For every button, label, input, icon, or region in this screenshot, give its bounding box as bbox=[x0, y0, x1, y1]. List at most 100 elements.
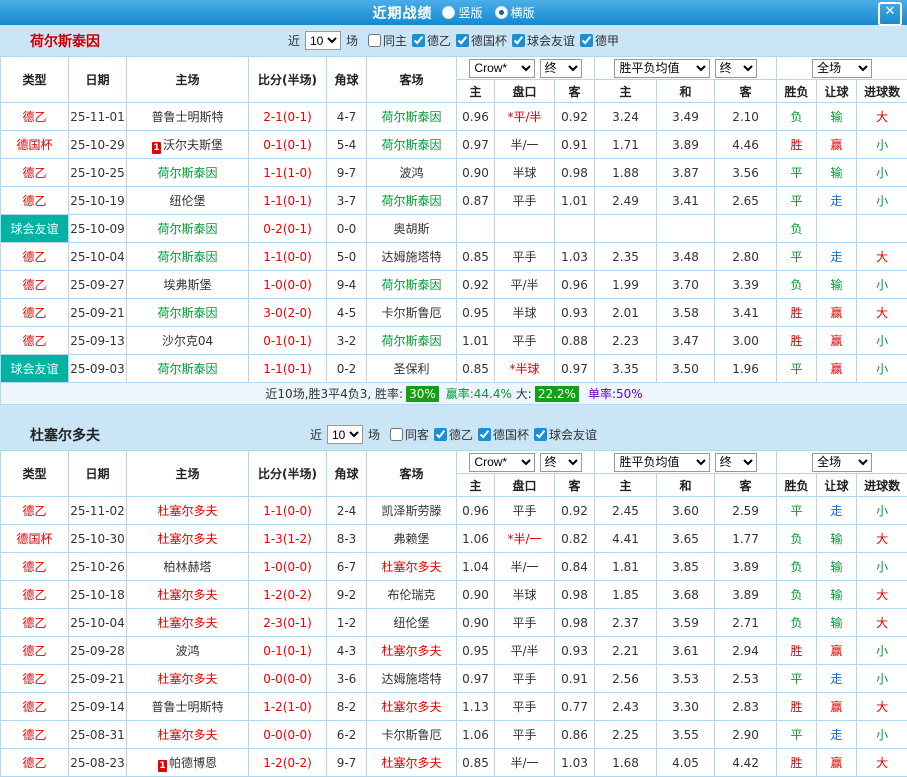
home-team-cell: 荷尔斯泰因 bbox=[127, 159, 249, 187]
date-cell: 25-09-13 bbox=[69, 327, 127, 355]
corner-cell: 3-2 bbox=[327, 327, 367, 355]
odds-group-header: Crow* 终 bbox=[457, 57, 595, 80]
filter-checkbox-球会友谊[interactable]: 球会友谊 bbox=[534, 426, 597, 443]
avg-time-select[interactable]: 终 bbox=[715, 453, 757, 472]
checkbox-input[interactable] bbox=[456, 34, 469, 47]
odds-away-cell: 0.92 bbox=[555, 497, 595, 525]
odds-away-cell: 0.98 bbox=[555, 581, 595, 609]
radio-circle-icon[interactable] bbox=[442, 6, 455, 19]
header-group-row: 类型 日期 主场 比分(半场) 角球 客场 Crow* 终 胜平负均值 终 全场 bbox=[1, 451, 907, 474]
date-cell: 25-09-21 bbox=[69, 665, 127, 693]
home-team-name: 帕德博恩 bbox=[169, 756, 217, 770]
score-cell: 3-0(2-0) bbox=[249, 299, 327, 327]
home-team-cell: 1帕德博恩 bbox=[127, 749, 249, 777]
odds-company-select[interactable]: Crow* bbox=[469, 59, 535, 78]
period-select[interactable]: 全场 bbox=[812, 59, 872, 78]
home-team-cell: 杜塞尔多夫 bbox=[127, 525, 249, 553]
result-cell: 平 bbox=[777, 497, 817, 525]
avg-odds-select[interactable]: 胜平负均值 bbox=[614, 453, 710, 472]
handicap-result-cell: 赢 bbox=[817, 637, 857, 665]
checkbox-input[interactable] bbox=[534, 428, 547, 441]
date-cell: 25-09-03 bbox=[69, 355, 127, 383]
filter-checkbox-德乙[interactable]: 德乙 bbox=[412, 32, 451, 49]
home-team-cell: 纽伦堡 bbox=[127, 187, 249, 215]
avg-away-cell: 4.46 bbox=[715, 131, 777, 159]
odds-time-select[interactable]: 终 bbox=[540, 59, 582, 78]
filter-checkbox-球会友谊[interactable]: 球会友谊 bbox=[512, 32, 575, 49]
checkbox-input[interactable] bbox=[478, 428, 491, 441]
red-card-icon: 1 bbox=[152, 142, 161, 154]
avg-draw-cell: 3.49 bbox=[657, 103, 715, 131]
handicap-cell: 平手 bbox=[495, 665, 555, 693]
score-cell: 0-1(0-1) bbox=[249, 637, 327, 665]
close-icon[interactable]: ✕ bbox=[878, 2, 902, 26]
odds-away-cell: 0.84 bbox=[555, 553, 595, 581]
handicap-cell: 半/一 bbox=[495, 553, 555, 581]
checkbox-input[interactable] bbox=[580, 34, 593, 47]
odds-home-cell: 0.85 bbox=[457, 355, 495, 383]
goals-cell: 小 bbox=[857, 187, 907, 215]
handicap-cell: 半/一 bbox=[495, 131, 555, 159]
avg-away-cell: 2.59 bbox=[715, 497, 777, 525]
odds-away-cell: 0.91 bbox=[555, 665, 595, 693]
score-cell: 2-1(0-1) bbox=[249, 103, 327, 131]
avg-draw-cell: 3.48 bbox=[657, 243, 715, 271]
checkbox-input[interactable] bbox=[390, 428, 403, 441]
goals-cell: 小 bbox=[857, 327, 907, 355]
avg-away-cell: 2.65 bbox=[715, 187, 777, 215]
filter-checkbox-德乙[interactable]: 德乙 bbox=[434, 426, 473, 443]
result-group-header: 全场 bbox=[777, 451, 907, 474]
checkbox-input[interactable] bbox=[434, 428, 447, 441]
goals-cell: 大 bbox=[857, 749, 907, 777]
goals-cell: 大 bbox=[857, 609, 907, 637]
odds-away-cell: 0.77 bbox=[555, 693, 595, 721]
col-date: 日期 bbox=[69, 57, 127, 103]
odds-away-cell: 0.88 bbox=[555, 327, 595, 355]
corner-cell: 9-4 bbox=[327, 271, 367, 299]
match-count-select[interactable]: 10 bbox=[327, 425, 363, 444]
filter-checkbox-德甲[interactable]: 德甲 bbox=[580, 32, 619, 49]
matches-tbody: 德乙25-11-01普鲁士明斯特2-1(0-1)4-7荷尔斯泰因0.96*平/半… bbox=[1, 103, 907, 383]
league-cell: 德乙 bbox=[1, 243, 69, 271]
avg-draw-cell: 3.61 bbox=[657, 637, 715, 665]
checkbox-input[interactable] bbox=[512, 34, 525, 47]
radio-dot-icon[interactable] bbox=[495, 6, 508, 19]
score-cell: 2-3(0-1) bbox=[249, 609, 327, 637]
odds-company-select[interactable]: Crow* bbox=[469, 453, 535, 472]
result-cell: 胜 bbox=[777, 327, 817, 355]
score-cell: 1-3(1-2) bbox=[249, 525, 327, 553]
odds-home-cell: 0.87 bbox=[457, 187, 495, 215]
corner-cell: 8-3 bbox=[327, 525, 367, 553]
avg-odds-select[interactable]: 胜平负均值 bbox=[614, 59, 710, 78]
away-team-cell: 杜塞尔多夫 bbox=[367, 553, 457, 581]
home-team-cell: 柏林赫塔 bbox=[127, 553, 249, 581]
match-count-select[interactable]: 10 bbox=[305, 31, 341, 50]
filter-checkbox-同客[interactable]: 同客 bbox=[390, 426, 429, 443]
filter-checkbox-德国杯[interactable]: 德国杯 bbox=[456, 32, 507, 49]
filter-checkbox-同主[interactable]: 同主 bbox=[368, 32, 407, 49]
away-team-name: 卡尔斯鲁厄 bbox=[381, 728, 441, 742]
odds-time-select[interactable]: 终 bbox=[540, 453, 582, 472]
away-team-name: 弗赖堡 bbox=[393, 532, 429, 546]
radio-horizontal-layout[interactable]: 横版 bbox=[495, 4, 535, 21]
league-cell: 德乙 bbox=[1, 271, 69, 299]
avg-time-select[interactable]: 终 bbox=[715, 59, 757, 78]
match-row: 德乙25-10-18杜塞尔多夫1-2(0-2)9-2布伦瑞克0.90半球0.98… bbox=[1, 581, 907, 609]
away-team-name: 纽伦堡 bbox=[393, 616, 429, 630]
home-team-name: 杜塞尔多夫 bbox=[157, 588, 217, 602]
period-select[interactable]: 全场 bbox=[812, 453, 872, 472]
handicap-result-cell: 走 bbox=[817, 243, 857, 271]
checkbox-input[interactable] bbox=[368, 34, 381, 47]
handicap-cell: 平手 bbox=[495, 327, 555, 355]
result-cell: 负 bbox=[777, 215, 817, 243]
layout-radio-group: 竖版 横版 bbox=[442, 4, 534, 21]
odds-away-cell: 1.03 bbox=[555, 243, 595, 271]
avg-home-cell: 3.24 bbox=[595, 103, 657, 131]
result-cell: 平 bbox=[777, 721, 817, 749]
checkbox-input[interactable] bbox=[412, 34, 425, 47]
filter-checkbox-德国杯[interactable]: 德国杯 bbox=[478, 426, 529, 443]
avg-away-cell: 2.71 bbox=[715, 609, 777, 637]
radio-vertical-layout[interactable]: 竖版 bbox=[442, 4, 482, 21]
corner-cell: 8-2 bbox=[327, 693, 367, 721]
avg-away-cell: 2.83 bbox=[715, 693, 777, 721]
